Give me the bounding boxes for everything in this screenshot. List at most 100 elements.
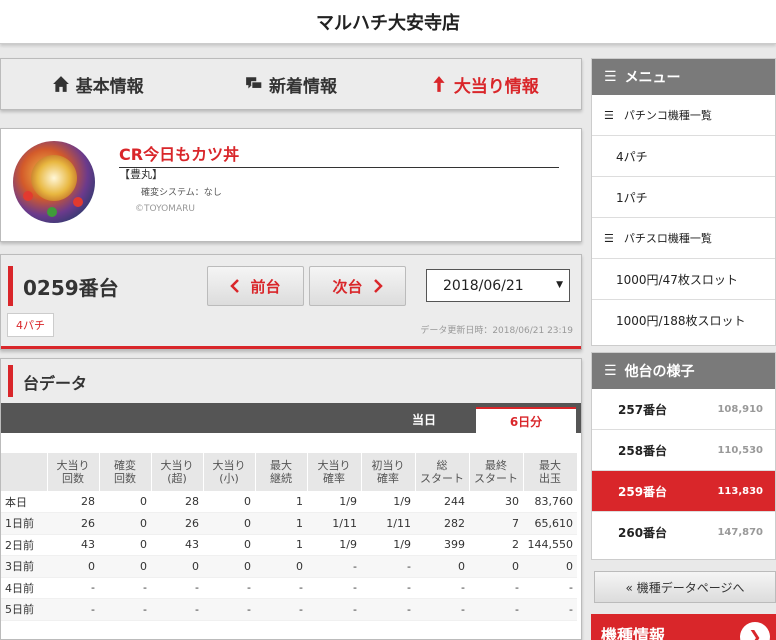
column-header: 最大 出玉 <box>523 453 578 491</box>
row-label: 2日前 <box>1 534 47 556</box>
row-label: 1日前 <box>1 512 47 535</box>
column-header: 大当り (超) <box>151 453 204 491</box>
menu-item-4pachi[interactable]: 4パチ <box>592 136 775 177</box>
table-corner <box>1 453 48 491</box>
unit-number: 0259番台 <box>23 276 119 300</box>
table-cell: 26 <box>47 512 99 535</box>
table-cell: 30 <box>469 491 523 513</box>
table-cell: 0 <box>99 491 151 513</box>
tab-six-days[interactable]: 6日分 <box>476 407 576 433</box>
table-cell: - <box>307 555 361 578</box>
system-info: 確変システム：なし <box>141 188 222 198</box>
table-cell: 244 <box>415 491 469 513</box>
table-cell: 0 <box>47 555 99 578</box>
next-unit-button[interactable]: 次台 <box>309 266 406 306</box>
table-cell: - <box>255 598 307 621</box>
table-cell: 0 <box>99 534 151 556</box>
unit-row-259[interactable]: 259番台 113,830 <box>592 471 775 512</box>
list-icon: ☰ <box>604 108 614 122</box>
table-cell: - <box>415 598 469 621</box>
type-badge: 4パチ <box>7 313 54 337</box>
list-icon: ☰ <box>604 69 617 85</box>
table-cell: - <box>307 598 361 621</box>
tab-news[interactable]: 新着情報 <box>194 59 387 109</box>
column-header: 確変 回数 <box>99 453 152 491</box>
back-to-machine-button[interactable]: « 機種データページへ <box>594 571 776 603</box>
menu-pachinko-list[interactable]: ☰ パチンコ機種一覧 <box>592 95 775 136</box>
table-cell: 28 <box>47 491 99 513</box>
machine-image <box>13 141 95 223</box>
arrow-up-icon <box>433 76 445 92</box>
table-row: 1日前 26 0 26 0 1 1/11 1/11 282 7 65,610 <box>1 512 577 535</box>
table-cell: 282 <box>415 512 469 535</box>
unit-row-257[interactable]: 257番台 108,910 <box>592 389 775 430</box>
tab-jackpot-info[interactable]: 大当り情報 <box>388 59 581 109</box>
menu-slot-list[interactable]: ☰ パチスロ機種一覧 <box>592 218 775 259</box>
prev-label: 前台 <box>250 277 281 296</box>
column-header: 初当り 確率 <box>361 453 416 491</box>
table-cell: 2 <box>469 534 523 556</box>
table-cell: 43 <box>151 534 203 556</box>
tab-basic-info[interactable]: 基本情報 <box>1 59 194 109</box>
machine-name[interactable]: CR今日もカツ丼 <box>119 141 559 168</box>
row-label: 本日 <box>1 491 47 513</box>
chevron-right-icon <box>373 279 383 293</box>
date-value: 2018/06/21 <box>443 277 524 294</box>
table-row: 5日前 - - - - - - - - - - <box>1 598 577 621</box>
chevron-left-icon <box>230 279 240 293</box>
accent-bar <box>8 266 13 306</box>
table-cell: - <box>99 577 151 599</box>
table-cell: 28 <box>151 491 203 513</box>
tab-label: 基本情報 <box>75 76 144 97</box>
table-cell: 0 <box>203 491 255 513</box>
table-cell: 0 <box>99 555 151 578</box>
column-header: 最終 スタート <box>469 453 524 491</box>
stats-table: 大当り 回数 確変 回数 大当り (超) 大当り (小) 最大 継続 大当り 確率 初当り 確率総スタート… <box>1 453 578 621</box>
data-tabs: 当日 6日分 <box>1 403 581 433</box>
table-cell: - <box>523 577 577 599</box>
table-cell: 0 <box>151 555 203 578</box>
table-cell: 1 <box>255 534 307 556</box>
machine-info-banner[interactable]: 機種情報 ❯ <box>591 614 776 640</box>
tab-label: 大当り情報 <box>453 76 539 97</box>
chat-icon <box>246 77 263 90</box>
table-row: 3日前 0 0 0 0 0- -0 0 0 <box>1 555 577 578</box>
divider <box>1 346 581 349</box>
table-cell: 0 <box>523 555 577 578</box>
unit-row-258[interactable]: 258番台 110,530 <box>592 430 775 471</box>
data-header: 台データ <box>1 359 581 403</box>
updated-time: データ更新日時：2018/06/21 23:19 <box>420 326 573 336</box>
other-units: ☰ 他台の様子 257番台 108,910 258番台 110,530 259番… <box>591 352 776 560</box>
unit-name: 258番台 <box>618 443 668 458</box>
others-header: ☰ 他台の様子 <box>592 353 775 389</box>
table-cell: - <box>151 577 203 599</box>
date-select[interactable]: 2018/06/21 ▼ <box>426 269 570 302</box>
home-icon <box>52 76 69 92</box>
prev-unit-button[interactable]: 前台 <box>207 266 304 306</box>
menu-item-1pachi[interactable]: 1パチ <box>592 177 775 218</box>
list-icon: ☰ <box>604 363 617 379</box>
row-label: 3日前 <box>1 555 47 578</box>
table-cell: - <box>255 577 307 599</box>
table-cell: 1 <box>255 512 307 535</box>
table-cell: 144,550 <box>523 534 577 556</box>
data-title: 台データ <box>23 374 88 393</box>
table-cell: 0 <box>203 555 255 578</box>
copyright: ©TOYOMARU <box>135 204 195 214</box>
table-cell: - <box>361 555 415 578</box>
caret-down-icon: ▼ <box>556 280 563 290</box>
site-header: マルハチ大安寺店 <box>0 0 776 44</box>
unit-row-260[interactable]: 260番台 147,870 <box>592 512 775 553</box>
unit-name: 257番台 <box>618 402 668 417</box>
tab-today[interactable]: 当日 <box>374 407 474 433</box>
list-icon: ☰ <box>604 231 614 245</box>
table-cell: - <box>469 577 523 599</box>
table-cell: - <box>361 598 415 621</box>
tab-label: 新着情報 <box>268 76 337 97</box>
menu-item-slot-47[interactable]: 1000円/47枚スロット <box>592 259 775 300</box>
main-tabs: 基本情報 新着情報 大当り情報 <box>0 58 582 110</box>
table-cell: - <box>469 598 523 621</box>
side-menu: ☰ メニュー ☰ パチンコ機種一覧 4パチ 1パチ ☰ パチスロ機種一覧 100… <box>591 58 776 346</box>
table-cell: 0 <box>255 555 307 578</box>
menu-item-slot-188[interactable]: 1000円/188枚スロット <box>592 300 775 341</box>
